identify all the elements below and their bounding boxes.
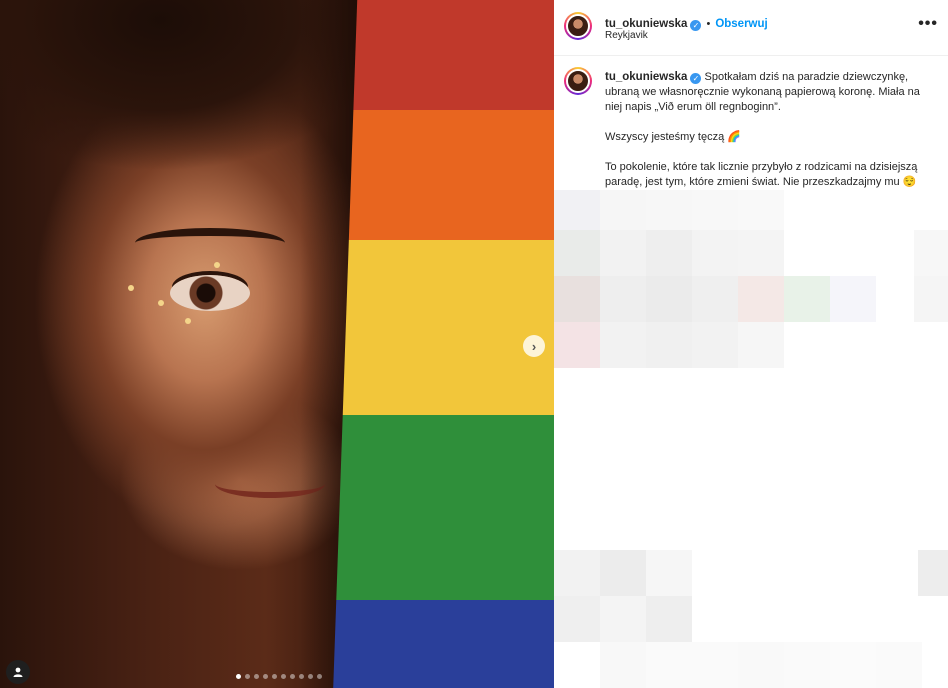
- blurred-block: [646, 322, 692, 368]
- blurred-block: [876, 642, 922, 688]
- carousel-dot: [299, 674, 304, 679]
- blurred-block: [738, 276, 784, 322]
- caption-paragraph-1: tu_okuniewska ✓ Spotkałam dziś na paradzi…: [605, 70, 935, 115]
- post-photo[interactable]: ›: [0, 0, 554, 688]
- blurred-block: [692, 276, 738, 322]
- carousel-dot: [263, 674, 268, 679]
- blurred-block: [554, 596, 600, 642]
- carousel-dot: [281, 674, 286, 679]
- blurred-block: [784, 276, 830, 322]
- carousel-dot: [317, 674, 322, 679]
- blurred-block: [918, 550, 948, 596]
- blurred-block: [692, 642, 738, 688]
- caption-paragraph-3: To pokolenie, które tak licznie przybyło…: [605, 161, 918, 188]
- rainbow-flag: [332, 0, 554, 688]
- avatar[interactable]: [564, 12, 592, 40]
- flag-stripe-blue: [332, 600, 554, 688]
- blurred-block: [784, 642, 830, 688]
- carousel-dot: [272, 674, 277, 679]
- photo-sparkle: [185, 318, 191, 324]
- flag-stripe-green: [336, 415, 554, 600]
- blurred-block: [600, 642, 646, 688]
- blurred-block: [554, 230, 600, 276]
- photo-sparkle: [128, 285, 134, 291]
- blurred-block: [914, 230, 948, 276]
- post-caption: tu_okuniewska ✓ Spotkałam dziś na paradzi…: [605, 70, 935, 205]
- carousel-dot: [254, 674, 259, 679]
- blurred-block: [646, 230, 692, 276]
- carousel-dot: [290, 674, 295, 679]
- blurred-block: [738, 642, 784, 688]
- carousel-dot: [245, 674, 250, 679]
- chevron-right-icon: ›: [531, 338, 537, 354]
- photo-eyebrow: [135, 228, 285, 258]
- blurred-block: [646, 276, 692, 322]
- blurred-block: [692, 230, 738, 276]
- blurred-block: [554, 550, 600, 596]
- blurred-block: [692, 322, 738, 368]
- blurred-block: [554, 276, 600, 322]
- post-location[interactable]: Reykjavik: [605, 30, 648, 41]
- photo-eye: [170, 275, 250, 311]
- header-username[interactable]: tu_okuniewska: [605, 18, 687, 30]
- blurred-block: [830, 642, 876, 688]
- photo-sparkle: [158, 300, 164, 306]
- verified-badge-icon: ✓: [690, 73, 702, 84]
- blurred-block: [554, 322, 600, 368]
- blurred-block: [600, 596, 646, 642]
- blurred-block: [646, 550, 692, 596]
- post-sidebar: tu_okuniewska ✓ • Obserwuj Reykjavik ••• tu…: [554, 0, 948, 688]
- user-tag-button[interactable]: [6, 660, 30, 684]
- blurred-block: [738, 322, 784, 368]
- blurred-block: [646, 642, 692, 688]
- verified-badge-icon: ✓: [690, 20, 702, 31]
- post-header: tu_okuniewska ✓ • Obserwuj Reykjavik •••: [554, 0, 948, 56]
- blurred-block: [738, 230, 784, 276]
- caption-paragraph-2: Wszyscy jesteśmy tęczą 🌈: [605, 131, 741, 143]
- carousel-dot: [308, 674, 313, 679]
- user-tag-icon: [13, 667, 23, 677]
- flag-stripe-yellow: [342, 240, 554, 415]
- blurred-block: [600, 550, 646, 596]
- photo-sparkle: [214, 262, 220, 268]
- follow-button[interactable]: Obserwuj: [715, 18, 767, 30]
- blurred-block: [600, 230, 646, 276]
- blurred-block: [646, 596, 692, 642]
- blurred-block: [600, 276, 646, 322]
- carousel-dot: [236, 674, 241, 679]
- blurred-block: [914, 276, 948, 322]
- flag-stripe-orange: [348, 110, 554, 240]
- blurred-block: [600, 322, 646, 368]
- more-options-icon[interactable]: •••: [918, 15, 938, 33]
- header-separator: •: [706, 18, 711, 30]
- carousel-next-button[interactable]: ›: [523, 335, 545, 357]
- caption-avatar[interactable]: [564, 67, 592, 95]
- carousel-indicator: [236, 674, 322, 679]
- caption-username[interactable]: tu_okuniewska: [605, 71, 687, 83]
- flag-stripe-red: [353, 0, 554, 110]
- blurred-block: [830, 276, 876, 322]
